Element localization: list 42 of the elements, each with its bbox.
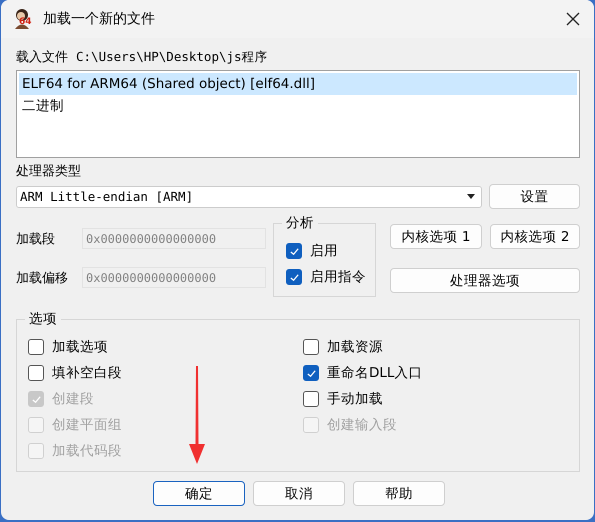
dialog-button[interactable]: 确定: [153, 481, 245, 506]
checkbox[interactable]: [28, 339, 44, 355]
format-item[interactable]: 二进制: [19, 95, 577, 117]
checkbox-label: 启用: [310, 242, 338, 260]
dropdown-caret-icon: [467, 194, 475, 199]
checkbox-label: 加载选项: [52, 338, 108, 356]
checkmark-icon: [288, 246, 300, 256]
checkbox-label: 加载资源: [327, 338, 383, 356]
dialog-button[interactable]: 帮助: [353, 481, 445, 506]
options-button[interactable]: 处理器选项: [390, 268, 580, 293]
format-item[interactable]: ELF64 for ARM64 (Shared object) [elf64.dll]: [19, 73, 577, 95]
checkbox-label: 创建段: [52, 390, 94, 408]
group-title: 选项: [25, 310, 61, 328]
options-button[interactable]: 内核选项 2: [490, 224, 580, 249]
checkbox[interactable]: [303, 339, 319, 355]
group-title: 分析: [282, 214, 318, 232]
window-title: 加载一个新的文件: [43, 10, 156, 28]
checkbox-label: 创建平面组: [52, 416, 122, 434]
processor-label: 处理器类型: [16, 163, 81, 180]
checkmark-icon: [288, 272, 300, 282]
checkbox[interactable]: [303, 365, 319, 381]
checkbox-label: 重命名DLL入口: [327, 364, 422, 382]
checkbox-label: 创建输入段: [327, 416, 397, 434]
field-label: 加载段: [16, 230, 56, 248]
dialog-button[interactable]: 取消: [253, 481, 345, 506]
checkbox-label: 加载代码段: [52, 442, 122, 460]
settings-button[interactable]: 设置: [489, 184, 580, 209]
checkbox[interactable]: [286, 269, 302, 285]
options-button[interactable]: 内核选项 1: [390, 224, 482, 249]
file-label: 载入文件: [16, 49, 68, 66]
checkbox[interactable]: [286, 243, 302, 259]
checkbox-label: 手动加载: [327, 390, 383, 408]
checkmark-icon: [30, 394, 42, 404]
icon-badge-text: 64: [19, 18, 32, 27]
checkbox[interactable]: [303, 391, 319, 407]
field-label: 加载偏移: [16, 270, 69, 286]
file-path: C:\Users\HP\Desktop\js程序: [76, 48, 268, 66]
checkbox[interactable]: [28, 365, 44, 381]
processor-dropdown[interactable]: ARM Little-endian [ARM]: [16, 186, 482, 208]
checkbox-label: 填补空白段: [52, 364, 122, 382]
checkmark-icon: [306, 368, 316, 378]
checkbox-label: 启用指令: [310, 268, 366, 286]
